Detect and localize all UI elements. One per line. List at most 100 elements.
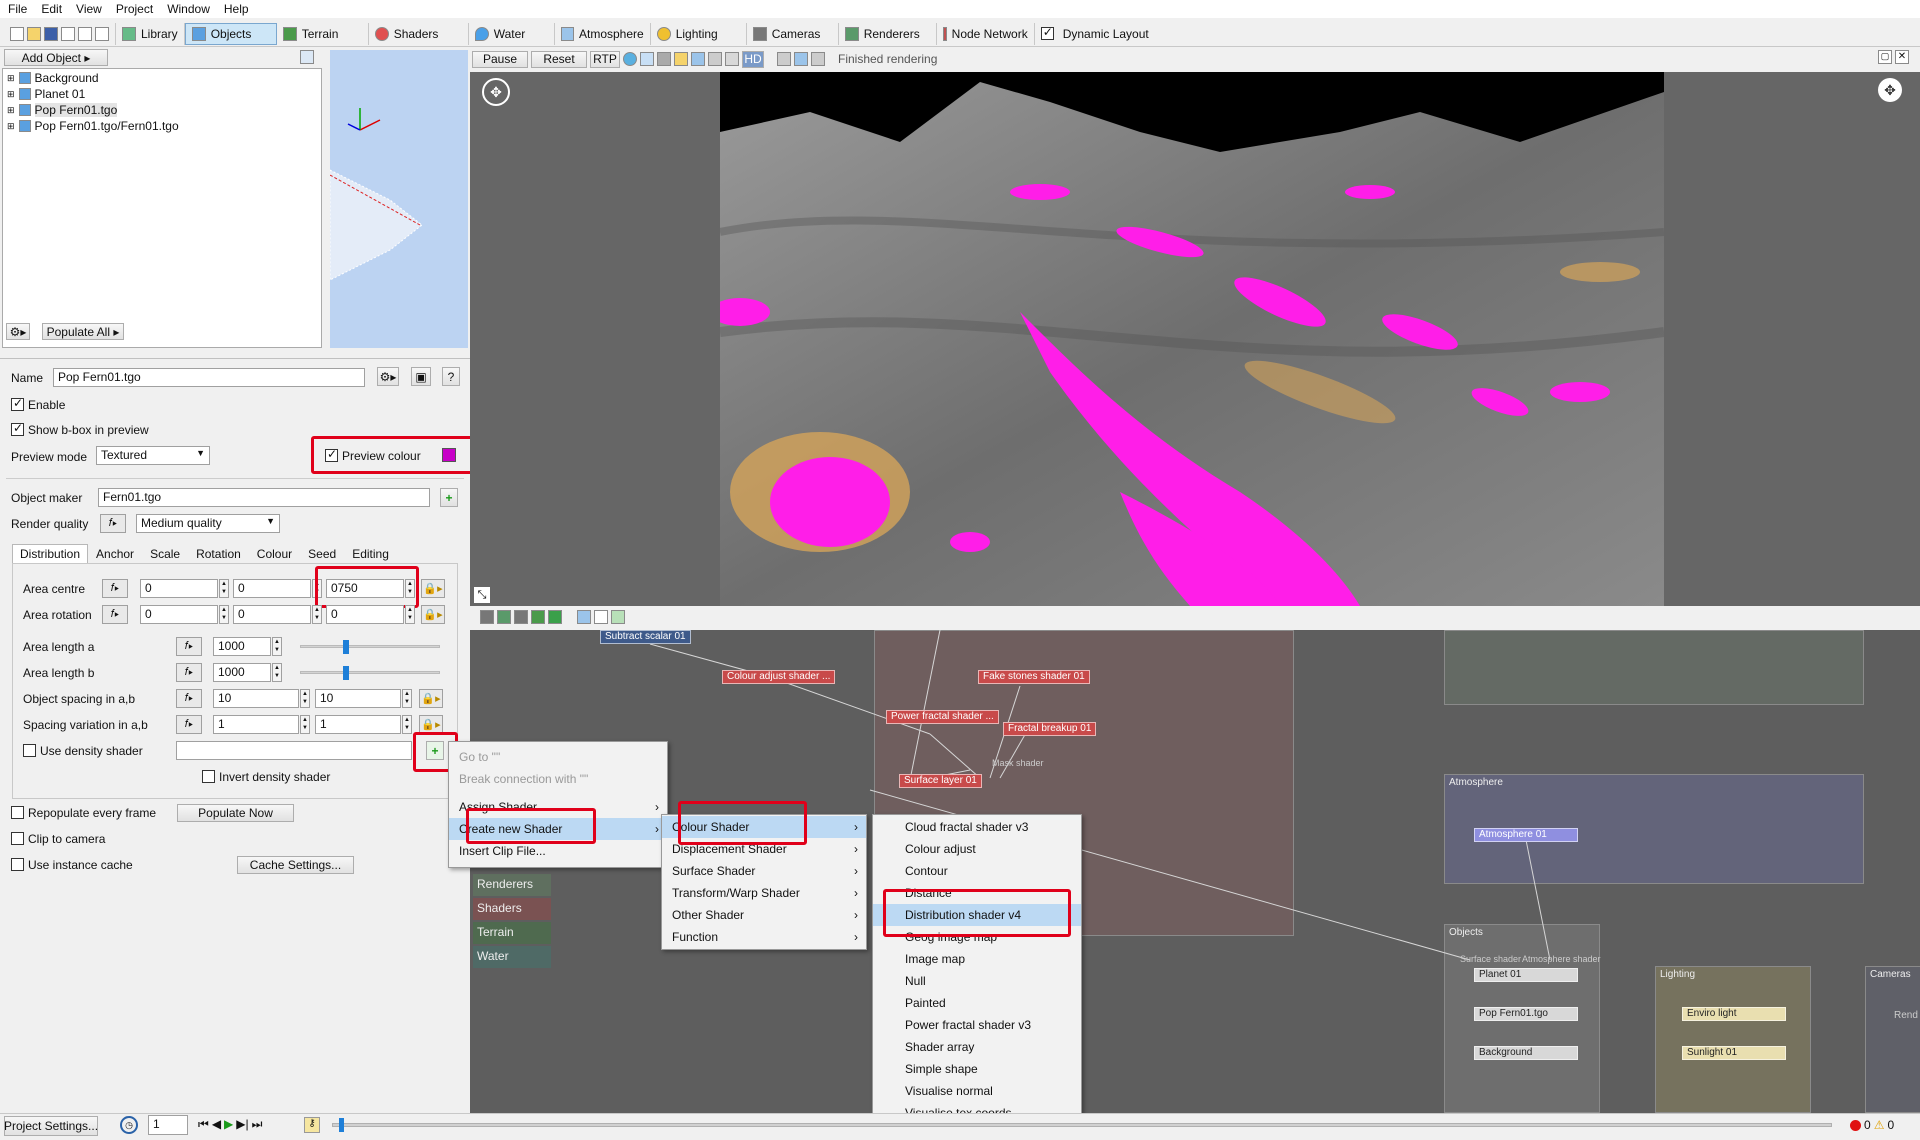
pause-button[interactable]: Pause: [472, 50, 528, 68]
area-length-b-slider[interactable]: [300, 666, 440, 680]
project-settings-button[interactable]: Project Settings...: [4, 1116, 98, 1136]
area-centre-lock-icon[interactable]: 🔒▸: [421, 579, 445, 598]
render-icon[interactable]: [78, 26, 92, 41]
next-frame-icon[interactable]: ▶|: [236, 1117, 248, 1132]
object-settings-icon[interactable]: ⚙▸: [6, 323, 30, 340]
menu-item-distribution-shader[interactable]: Distribution shader v4: [873, 904, 1081, 926]
last-frame-icon[interactable]: ⏭: [252, 1117, 263, 1132]
play-icon[interactable]: ▶: [224, 1117, 233, 1132]
render-sun-icon[interactable]: [725, 52, 739, 66]
add-density-shader-icon[interactable]: +: [426, 741, 444, 760]
tab-node-network[interactable]: Node Network: [937, 22, 1035, 45]
menu-item-power-fractal[interactable]: Power fractal shader v3: [873, 1014, 1081, 1036]
spacing-variation-function-icon[interactable]: 𝑓▸: [176, 715, 202, 734]
tab-shaders[interactable]: Shaders: [369, 22, 469, 45]
node-surface-layer[interactable]: Surface layer 01: [899, 774, 982, 788]
object-spacing-function-icon[interactable]: 𝑓▸: [176, 689, 202, 708]
node-pop-fern[interactable]: Pop Fern01.tgo: [1474, 1007, 1578, 1021]
object-spacing-lock-icon[interactable]: 🔒▸: [419, 689, 443, 708]
menu-item-simple-shape[interactable]: Simple shape: [873, 1058, 1081, 1080]
menu-item-colour-shader[interactable]: Colour Shader ›: [662, 816, 866, 838]
node-subtract-scalar[interactable]: Subtract scalar 01: [600, 630, 691, 644]
tab-colour[interactable]: Colour: [249, 544, 300, 564]
spacing-variation-b[interactable]: 1: [315, 715, 401, 734]
tab-scale[interactable]: Scale: [142, 544, 188, 564]
render-settings-icon[interactable]: [708, 52, 722, 66]
expand-render-icon[interactable]: ⤡: [474, 587, 490, 603]
tree-item-background[interactable]: ⊞ Background: [7, 70, 317, 86]
menu-item-break-connection[interactable]: Break connection with "": [449, 768, 667, 790]
tree-item-fern-object[interactable]: ⊞ Pop Fern01.tgo/Fern01.tgo: [7, 118, 317, 134]
menu-item-insert-clip[interactable]: Insert Clip File...: [449, 840, 667, 862]
menu-item-image-map[interactable]: Image map: [873, 948, 1081, 970]
add-object-button[interactable]: Add Object ▸: [4, 49, 108, 66]
repopulate-checkbox[interactable]: Repopulate every frame: [11, 806, 156, 820]
node-atmosphere[interactable]: Atmosphere 01: [1474, 828, 1578, 842]
area-centre-function-icon[interactable]: 𝑓▸: [102, 579, 128, 598]
tab-library[interactable]: Library: [116, 22, 185, 45]
node-arrange-icon[interactable]: [611, 610, 625, 624]
first-frame-icon[interactable]: ⏮: [198, 1117, 209, 1132]
area-centre-z-spinner[interactable]: ▲ ▼: [405, 579, 415, 598]
area-rotation-x[interactable]: 0: [140, 605, 218, 624]
area-rotation-y-spinner[interactable]: ▲ ▼: [312, 605, 322, 624]
spacing-variation-a[interactable]: 1: [213, 715, 299, 734]
area-centre-y-spinner[interactable]: ▲ ▼: [312, 579, 322, 598]
name-field[interactable]: Pop Fern01.tgo: [53, 368, 365, 387]
node-eye-icon[interactable]: [577, 610, 591, 624]
render-camera-icon[interactable]: [691, 52, 705, 66]
menu-item-colour-adjust[interactable]: Colour adjust: [873, 838, 1081, 860]
populate-all-button[interactable]: Populate All ▸: [42, 323, 124, 340]
object-spacing-a[interactable]: 10: [213, 689, 299, 708]
object-mini-preview[interactable]: [330, 50, 468, 348]
node-colour-adjust[interactable]: Colour adjust shader ...: [722, 670, 836, 684]
tab-distribution[interactable]: Distribution: [12, 544, 89, 564]
tab-editing[interactable]: Editing: [344, 544, 397, 564]
node-camera2-icon[interactable]: [514, 610, 528, 624]
save-as-icon[interactable]: [61, 26, 75, 41]
timeline-slider[interactable]: [332, 1118, 1832, 1132]
open-icon[interactable]: [27, 26, 41, 41]
clip-to-camera-checkbox[interactable]: Clip to camera: [11, 832, 105, 846]
render-image[interactable]: [720, 72, 1664, 606]
tab-water[interactable]: Water: [469, 22, 555, 45]
side-group-renderers[interactable]: Renderers: [473, 874, 551, 896]
menu-item-transform-warp-shader[interactable]: Transform/Warp Shader ›: [662, 882, 866, 904]
area-length-b-function-icon[interactable]: 𝑓▸: [176, 663, 202, 682]
menu-item-geog-image-map[interactable]: Geog image map: [873, 926, 1081, 948]
area-centre-x[interactable]: 0: [140, 579, 218, 598]
frame-field[interactable]: 1: [148, 1115, 188, 1135]
use-density-checkbox[interactable]: Use density shader: [23, 744, 143, 758]
spacing-variation-lock-icon[interactable]: 🔒▸: [419, 715, 443, 734]
menu-item-painted[interactable]: Painted: [873, 992, 1081, 1014]
invert-density-checkbox[interactable]: Invert density shader: [202, 770, 330, 784]
render-brush-icon[interactable]: [777, 52, 791, 66]
menu-item-create-new-shader[interactable]: Create new Shader ›: [449, 818, 667, 840]
density-shader-field[interactable]: [176, 741, 412, 760]
slider-thumb[interactable]: [343, 666, 349, 680]
object-spacing-a-spinner[interactable]: ▲ ▼: [300, 689, 310, 708]
menu-edit[interactable]: Edit: [41, 0, 62, 18]
area-length-a-function-icon[interactable]: 𝑓▸: [176, 637, 202, 656]
object-spacing-b-spinner[interactable]: ▲ ▼: [402, 689, 412, 708]
preview-colour-swatch[interactable]: [442, 448, 456, 462]
area-length-a-field[interactable]: 1000: [213, 637, 271, 656]
area-length-a-slider[interactable]: [300, 640, 440, 654]
render-gear-icon[interactable]: [657, 52, 671, 66]
side-group-water[interactable]: Water: [473, 946, 551, 968]
spacing-variation-a-spinner[interactable]: ▲ ▼: [300, 715, 310, 734]
menu-item-contour[interactable]: Contour: [873, 860, 1081, 882]
maximize-icon[interactable]: ▢: [1878, 50, 1892, 64]
node-enviro-light[interactable]: Enviro light: [1682, 1007, 1786, 1021]
node-camera-icon[interactable]: [480, 610, 494, 624]
tab-renderers[interactable]: Renderers: [839, 22, 937, 45]
help-icon[interactable]: ?: [442, 367, 460, 386]
render-3d-icon[interactable]: [95, 26, 109, 41]
render-options-icon[interactable]: [811, 52, 825, 66]
node-power-fractal[interactable]: Power fractal shader ...: [886, 710, 999, 724]
enable-checkbox[interactable]: Enable: [11, 396, 65, 412]
menu-item-other-shader[interactable]: Other Shader ›: [662, 904, 866, 926]
tab-rotation[interactable]: Rotation: [188, 544, 249, 564]
area-rotation-y[interactable]: 0: [233, 605, 311, 624]
area-rotation-x-spinner[interactable]: ▲ ▼: [219, 605, 229, 624]
